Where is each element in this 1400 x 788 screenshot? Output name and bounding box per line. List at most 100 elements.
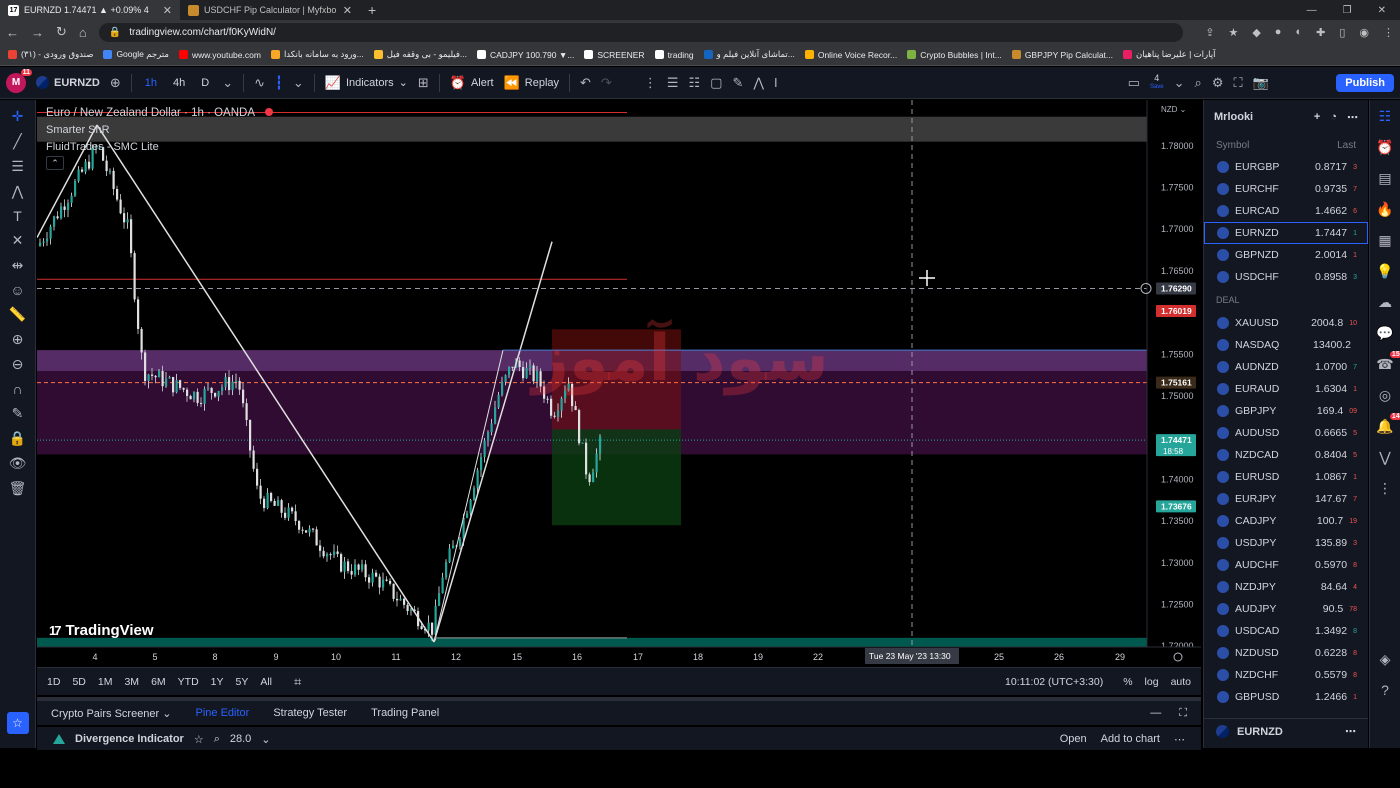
script-name[interactable]: Divergence Indicator [75,733,184,745]
bookmark-item[interactable]: آپارات | علیرضا پناهیان [1123,49,1215,60]
minimize-icon[interactable]: — [1307,5,1317,16]
collapse-legend-icon[interactable]: ⌃ [46,156,64,170]
watchlist-row-eurcad[interactable]: EURCAD 1.4662 6 [1204,200,1368,222]
timeframe-d[interactable]: D [198,77,212,89]
watchlist-row-eurusd[interactable]: EURUSD 1.0867 1 [1204,466,1368,488]
help-icon[interactable]: ? [1381,682,1389,698]
drawing-tool-icon[interactable]: ☰ [667,75,679,91]
watchlist-section-label[interactable]: DEAL [1204,288,1368,312]
trash-icon[interactable]: 🗑 [9,480,27,497]
hotlist-icon[interactable]: 🔥 [1376,201,1393,218]
news-icon[interactable]: ▤ [1378,170,1391,187]
candles-icon[interactable]: ┇ [275,75,283,91]
range-ytd[interactable]: YTD [178,676,199,688]
range-5d[interactable]: 5D [72,676,85,688]
replay-button[interactable]: ⏪ Replay [504,75,559,91]
chevron-down-icon[interactable]: ⌄ [293,75,304,91]
range-3m[interactable]: 3M [124,676,139,688]
reload-icon[interactable]: ↻ [56,24,67,40]
back-arrow-icon[interactable]: ← [6,25,19,40]
chat-icon[interactable]: 💬 [1376,325,1393,342]
extension-icon[interactable]: ◆ [1252,26,1260,39]
timezone-clock[interactable]: 10:11:02 (UTC+3:30) [1005,676,1103,688]
ruler-icon[interactable]: 📏 [9,306,26,323]
watchlist-row-audchf[interactable]: AUDCHF 0.5970 8 [1204,554,1368,576]
share-icon[interactable]: ⇪ [1205,26,1214,39]
layout-select-icon[interactable]: ▭ [1128,75,1140,91]
watchlist-row-xauusd[interactable]: XAUUSD 2004.8 10 [1204,312,1368,334]
tab-trading-panel[interactable]: Trading Panel [371,707,439,719]
extension-icon[interactable]: ● [1275,26,1282,39]
symbol-details-header[interactable]: EURNZD ⋯ [1204,718,1368,744]
new-tab-plus-icon[interactable]: + [368,2,376,18]
notifications-bell-icon[interactable]: 🔔 14 [1376,413,1400,435]
chevron-down-icon[interactable]: ⌄ [1174,75,1185,91]
watchlist-row-usdjpy[interactable]: USDJPY 135.89 3 [1204,532,1368,554]
publish-button[interactable]: Publish [1336,73,1394,92]
range-1m[interactable]: 1M [98,676,113,688]
range-6m[interactable]: 6M [151,676,166,688]
goto-date-icon[interactable]: ⌗ [294,674,301,690]
bookmark-star-icon[interactable]: ★ [1228,26,1238,39]
watchlist-row-nzdcad[interactable]: NZDCAD 0.8404 5 [1204,444,1368,466]
alarm-clock-icon[interactable]: ⏰ [1376,139,1393,156]
eye-icon[interactable]: 👁 [9,455,27,472]
bookmark-item[interactable]: SCREENER [584,50,645,60]
range-1d[interactable]: 1D [47,676,60,688]
compare-plus-icon[interactable]: ⊕ [110,75,121,91]
ideas-bulb-icon[interactable]: 💡 [1376,263,1393,280]
percent-scale-toggle[interactable]: % [1123,676,1132,688]
line-chart-icon[interactable]: ∿ [254,75,265,91]
symbol-search-button[interactable]: EURNZD [36,76,100,89]
bookmark-item[interactable]: www.youtube.com [178,50,261,60]
column-symbol[interactable]: Symbol [1216,140,1249,151]
range-1y[interactable]: 1Y [211,676,224,688]
watchlist-row-nasdaq[interactable]: NASDAQ 13400.2 [1204,334,1368,356]
rectangle-tool-icon[interactable]: ▢ [710,75,722,91]
bookmark-item[interactable]: Google مترجم [103,49,169,60]
tab-strategy-tester[interactable]: Strategy Tester [273,707,347,719]
gear-icon[interactable]: ⚙ [1212,75,1224,91]
home-icon[interactable]: ⌂ [79,25,87,40]
open-button[interactable]: Open [1060,733,1087,746]
watchlist-row-nzdjpy[interactable]: NZDJPY 84.64 4 [1204,576,1368,598]
tab-pine-editor[interactable]: Pine Editor [196,707,250,719]
watchlist-row-nzdusd[interactable]: NZDUSD 0.6228 8 [1204,642,1368,664]
close-icon[interactable]: ✕ [163,4,172,17]
bookmark-item[interactable]: صندوق ورودی - (۳۱) [8,49,93,60]
zoom-out-icon[interactable]: ⊖ [12,356,24,373]
watchlist-row-eurjpy[interactable]: EURJPY 147.67 7 [1204,488,1368,510]
range-all[interactable]: All [260,676,272,688]
browser-tab-eurnzd[interactable]: 17 EURNZD 1.74471 ▲ +0.09% 4 ✕ [0,0,180,20]
watchlist-row-eurnzd[interactable]: EURNZD 1.7447 1 [1204,222,1368,244]
watchlist-row-audusd[interactable]: AUDUSD 0.6665 5 [1204,422,1368,444]
maximize-icon[interactable]: ❐ [1343,5,1352,16]
crosshair-icon[interactable]: ✛ [12,108,24,125]
watchlist-row-usdchf[interactable]: USDCHF 0.8958 3 [1204,266,1368,288]
column-last[interactable]: Last [1337,140,1356,151]
templates-grid-icon[interactable]: ⊞ [418,75,429,91]
layers-icon[interactable]: ◈ [1380,651,1391,668]
brush-tool-icon[interactable]: ✎ [732,75,743,91]
favorites-star-icon[interactable]: ☆ [6,712,29,734]
search-icon[interactable]: ⌕ [214,733,220,746]
calls-icon[interactable]: ☎ 15 [1376,351,1400,373]
menu-dots-icon[interactable]: ⋮ [1383,26,1394,39]
magnet-icon[interactable]: ∩ [12,381,22,397]
bookmark-item[interactable]: CADJPY 100.790 ▼... [477,50,574,60]
auto-scale-toggle[interactable]: auto [1171,676,1191,688]
watchlist-icon[interactable]: ☷ [1379,108,1392,125]
tab-crypto-pairs-screener[interactable]: Crypto Pairs Screener ⌄ [51,707,172,720]
xabcd-pattern-icon[interactable]: ✕ [12,232,24,249]
watchlist-row-audnzd[interactable]: AUDNZD 1.0700 7 [1204,356,1368,378]
drag-handle-icon[interactable]: ⋮ [644,75,657,91]
position-tool-icon[interactable]: ⇹ [12,257,24,274]
more-dots-icon[interactable]: ⋯ [1347,111,1358,124]
log-scale-toggle[interactable]: log [1145,676,1159,688]
indicators-button[interactable]: 📈 Indicators ⌄ [325,75,408,91]
lock-icon[interactable]: 🔒 [9,430,26,447]
text-cursor-icon[interactable]: I [774,75,778,90]
dom-icon[interactable]: ⋮ [1378,480,1392,497]
streams-icon[interactable]: ☁ [1378,294,1392,311]
fib-icon[interactable]: ☰ [11,158,24,175]
